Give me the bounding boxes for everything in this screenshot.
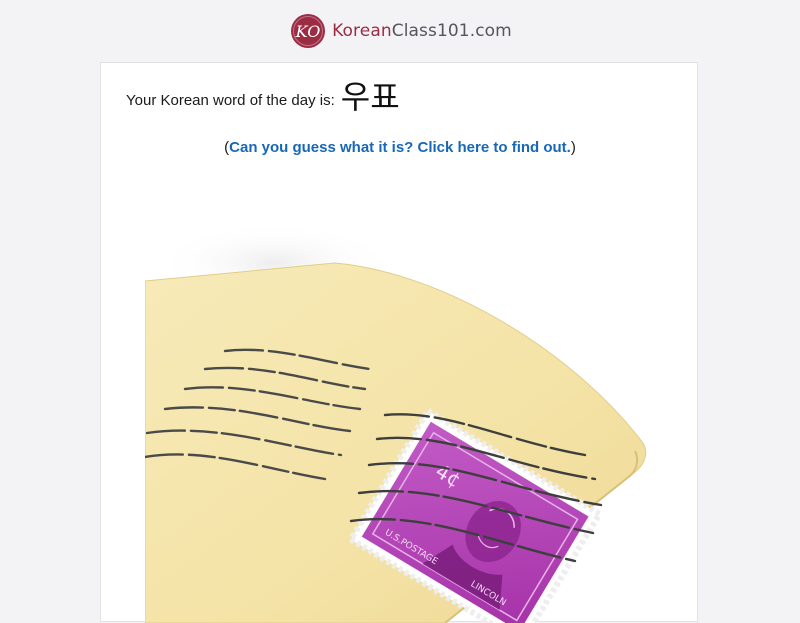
stamp-envelope-photo: 4¢ U.S.POSTAGE LINCOLN bbox=[145, 223, 647, 623]
site-header: KO KoreanClass101.com bbox=[0, 0, 800, 62]
guess-line: (Can you guess what it is? Click here to… bbox=[101, 139, 699, 156]
word-of-day-card: Your Korean word of the day is: 우표 (Can … bbox=[100, 62, 699, 623]
logo-text-class101: Class101.com bbox=[391, 21, 512, 41]
envelope bbox=[145, 262, 647, 623]
site-logo[interactable]: KO KoreanClass101.com bbox=[290, 13, 512, 49]
guess-close-paren: ) bbox=[570, 139, 576, 156]
korean-word: 우표 bbox=[340, 78, 400, 116]
logo-mark-icon: KO bbox=[291, 14, 326, 48]
guess-link[interactable]: Can you guess what it is? Click here to … bbox=[229, 139, 571, 156]
word-intro-text: Your Korean word of the day is: bbox=[126, 92, 335, 109]
logo-text: KoreanClass101.com bbox=[332, 21, 512, 41]
logo-mark-text: KO bbox=[295, 22, 321, 41]
logo-text-korean: Korean bbox=[332, 21, 392, 41]
word-of-day-line: Your Korean word of the day is: 우표 bbox=[126, 77, 400, 117]
